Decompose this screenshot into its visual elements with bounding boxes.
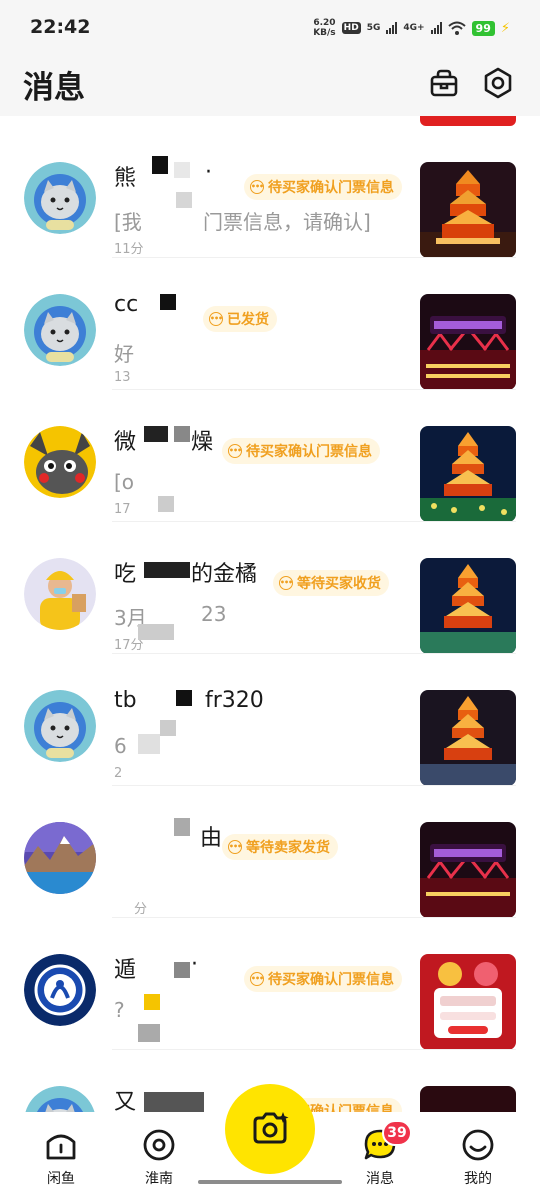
- bag-icon[interactable]: [428, 67, 460, 99]
- avatar[interactable]: [24, 822, 96, 894]
- more-dots-icon: •••: [279, 576, 293, 590]
- network-speed-value: 6.20: [313, 18, 336, 28]
- previous-item-thumbnail: [420, 116, 516, 126]
- order-status-badge: ••• 待买家确认门票信息: [244, 174, 402, 200]
- listing-thumbnail[interactable]: [420, 426, 516, 522]
- last-message: [o: [114, 470, 135, 494]
- avatar[interactable]: [24, 426, 96, 498]
- signal-bars-icon: [386, 22, 398, 34]
- page-title: 消息: [23, 70, 85, 106]
- conversation-row[interactable]: cc ••• 已发货 好 13: [0, 258, 540, 390]
- last-message-suffix: 门票信息，请确认]: [203, 210, 371, 234]
- message-time: 13: [114, 370, 131, 385]
- conversation-name: 熊: [114, 166, 137, 191]
- status-icons: 6.20 KB/s HD 5G 4G+ 99 ⚡: [313, 18, 510, 38]
- conversation-name: 吃: [114, 562, 137, 587]
- camera-sparkle-icon: [253, 1112, 289, 1144]
- nav-item-home[interactable]: 闲鱼: [21, 1128, 101, 1188]
- listing-thumbnail[interactable]: [420, 294, 516, 390]
- network-speed: 6.20 KB/s: [313, 18, 335, 38]
- conversation-name: 遁: [114, 958, 137, 983]
- order-status-text: 待买家确认门票信息: [246, 444, 372, 460]
- more-dots-icon: •••: [250, 180, 264, 194]
- conversation-row[interactable]: 遁 · ••• 待买家确认门票信息 ?: [0, 918, 540, 1050]
- conversation-row[interactable]: tb fr320 6 2: [0, 654, 540, 786]
- signal-bars-icon: [430, 22, 442, 34]
- order-status-badge: ••• 等待卖家发货: [222, 834, 338, 860]
- charging-icon: ⚡: [500, 20, 510, 36]
- conversation-name: cc: [114, 292, 139, 317]
- order-status-text: 等待买家收货: [297, 576, 381, 592]
- conversation-row[interactable]: 微 燥 ••• 待买家确认门票信息 [o 17: [0, 390, 540, 522]
- settings-hexagon-icon[interactable]: [482, 67, 514, 99]
- page-header: 消息: [0, 58, 540, 116]
- order-status-badge: ••• 待买家确认门票信息: [222, 438, 380, 464]
- listing-thumbnail[interactable]: [420, 1086, 516, 1112]
- avatar[interactable]: [24, 1086, 96, 1112]
- last-message: ?: [114, 998, 125, 1022]
- listing-thumbnail[interactable]: [420, 690, 516, 786]
- last-message: 6: [114, 734, 127, 758]
- listing-thumbnail[interactable]: [420, 162, 516, 258]
- order-status-text: 等待卖家发货: [246, 840, 330, 856]
- status-bar: 22:42 6.20 KB/s HD 5G 4G+ 99 ⚡: [0, 0, 540, 58]
- nav-label: 闲鱼: [47, 1171, 75, 1187]
- order-status-text: 已发货: [227, 312, 269, 328]
- conversation-name: 又: [114, 1090, 137, 1112]
- status-time: 22:42: [30, 16, 91, 38]
- last-message: 好: [114, 342, 134, 366]
- privacy-mosaic: [110, 116, 218, 1112]
- nav-label: 我的: [464, 1171, 492, 1187]
- avatar[interactable]: [24, 162, 96, 234]
- sim1-label: 5G: [366, 23, 381, 33]
- conversation-row[interactable]: 吃 的金橘 ••• 等待买家收货 3月 23 17分: [0, 522, 540, 654]
- more-dots-icon: •••: [228, 840, 242, 854]
- sim2-label: 4G+: [403, 23, 425, 33]
- conversation-name: tb: [114, 688, 137, 713]
- hd-voice-icon: HD: [341, 22, 361, 34]
- nav-item-profile[interactable]: 我的: [438, 1128, 518, 1188]
- message-time: 17: [114, 502, 131, 517]
- conversation-row[interactable]: 熊 · ••• 待买家确认门票信息 [我 门票信息，请确认] 11分: [0, 126, 540, 258]
- nav-item-location[interactable]: 淮南: [119, 1128, 199, 1188]
- network-speed-unit: KB/s: [313, 28, 336, 38]
- conversation-row[interactable]: 由 ••• 等待卖家发货 分: [0, 786, 540, 918]
- order-status-text: 待买家确认门票信息: [268, 972, 394, 988]
- avatar[interactable]: [24, 954, 96, 1026]
- battery-indicator: 99: [471, 20, 495, 36]
- publish-camera-button[interactable]: [225, 1084, 315, 1174]
- listing-thumbnail[interactable]: [420, 822, 516, 918]
- avatar[interactable]: [24, 558, 96, 630]
- order-status-badge: ••• 等待买家收货: [273, 570, 389, 596]
- home-indicator: [198, 1180, 342, 1184]
- smiley-profile-icon: [462, 1129, 494, 1161]
- order-status-badge: ••• 待买家确认门票信息: [244, 966, 402, 992]
- listing-thumbnail[interactable]: [420, 558, 516, 654]
- unread-count-badge: 39: [382, 1120, 412, 1146]
- location-pin-icon: [143, 1129, 175, 1161]
- listing-thumbnail[interactable]: [420, 954, 516, 1050]
- nav-label: 消息: [366, 1171, 394, 1187]
- xianyu-home-icon: [46, 1134, 76, 1160]
- more-dots-icon: •••: [250, 972, 264, 986]
- message-time: 2: [114, 766, 123, 781]
- more-dots-icon: •••: [228, 444, 242, 458]
- conversation-list[interactable]: 熊 · ••• 待买家确认门票信息 [我 门票信息，请确认] 11分 cc •••…: [0, 116, 540, 1112]
- avatar[interactable]: [24, 690, 96, 762]
- nav-label: 淮南: [145, 1171, 173, 1187]
- order-status-text: 待买家确认门票信息: [268, 180, 394, 196]
- conversation-name: 微: [114, 430, 137, 455]
- avatar[interactable]: [24, 294, 96, 366]
- wifi-icon: [447, 21, 466, 35]
- nav-item-messages[interactable]: 39 消息: [340, 1120, 420, 1188]
